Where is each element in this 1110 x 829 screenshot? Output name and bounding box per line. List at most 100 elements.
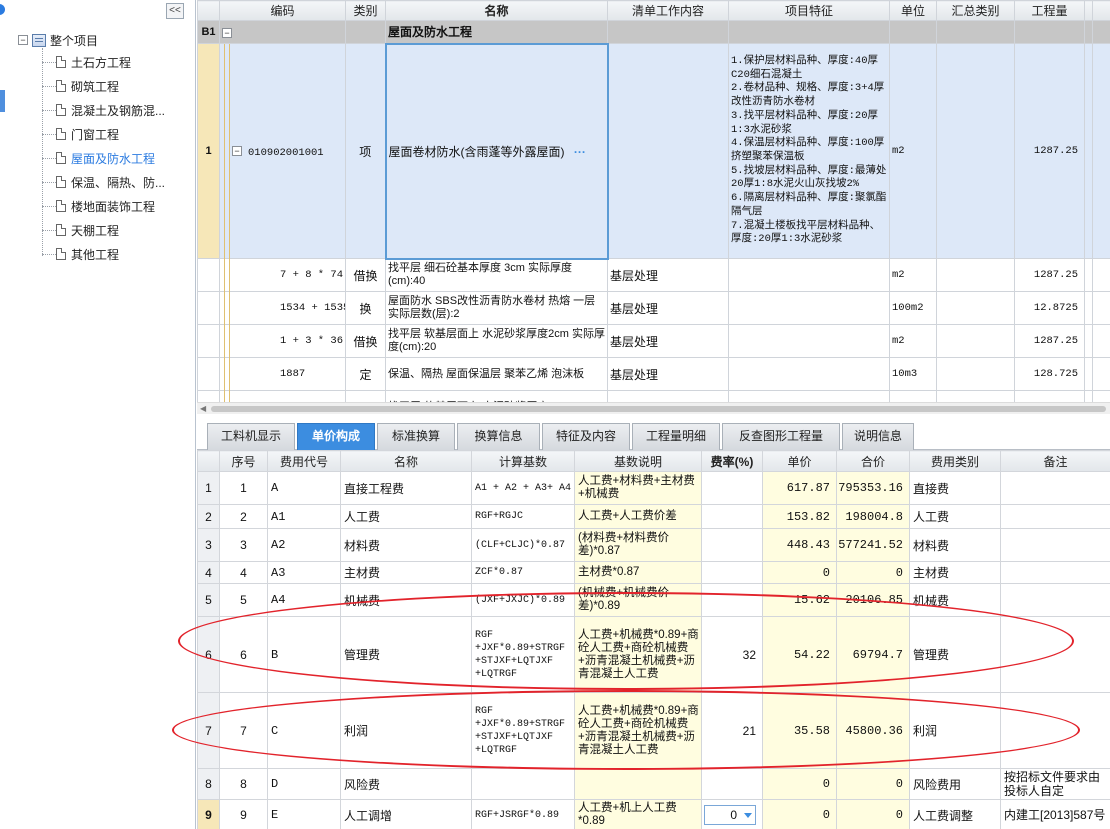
tree-item[interactable]: 其他工程 — [42, 244, 119, 264]
group-collapse-icon[interactable]: − — [222, 28, 232, 38]
tree-item[interactable]: 保温、隔热、防... — [42, 172, 165, 192]
col-qty-header[interactable]: 工程量 — [1014, 0, 1085, 21]
selected-bill-row[interactable]: 1 −010902001001 项 屋面卷材防水(含雨蓬等外露屋面) ··· 1… — [197, 42, 1110, 260]
quota-name[interactable]: 找平层 软基层面上 水泥砂浆厚度2cm 实际厚度(cm):20 — [385, 324, 608, 358]
quota-row[interactable]: 7 + 8 * 74 借换 找平层 细石砼基本厚度 3cm 实际厚度(cm):40 基… — [197, 258, 1110, 292]
fee-row[interactable]: 5 5 A4 机械费 (JXF+JXJC)*0.89 (机械费+机械费价差)*0.89 15… — [197, 583, 1110, 617]
fee-rate[interactable] — [701, 528, 763, 562]
fee-row[interactable]: 6 6 B 管理费 RGF +JXF*0.89+STRGF +STJXF+LQTJXF … — [197, 616, 1110, 693]
col-base-header[interactable]: 计算基数 — [471, 450, 575, 472]
tab[interactable]: 特征及内容 — [542, 423, 630, 450]
fee-name[interactable]: 直接工程费 — [340, 471, 472, 505]
col-work-header[interactable]: 清单工作内容 — [607, 0, 729, 21]
fee-name[interactable]: 主材费 — [340, 561, 472, 584]
bill-features[interactable]: 1.保护层材料品种、厚度:40厚C20细石混凝土 2.卷材品种、规格、厚度:3+4… — [728, 43, 890, 259]
quota-qty[interactable]: 128.725 — [1014, 357, 1085, 391]
fee-name[interactable]: 材料费 — [340, 528, 472, 562]
quota-work[interactable]: 基层处理 — [607, 357, 729, 391]
tab[interactable]: 说明信息 — [842, 423, 914, 450]
fee-name[interactable]: 人工调增 — [340, 799, 472, 829]
fee-rate[interactable] — [701, 768, 763, 800]
fee-rate[interactable]: 21 — [701, 692, 763, 769]
col-note-header[interactable]: 备注 — [1000, 450, 1110, 472]
col-unit-header[interactable]: 单位 — [889, 0, 937, 21]
col-type-header[interactable]: 类别 — [345, 0, 386, 21]
fee-code[interactable]: B — [267, 616, 341, 693]
col-code-header[interactable]: 编码 — [219, 0, 346, 21]
fee-category[interactable]: 主材费 — [909, 561, 1001, 584]
collapse-panel-button[interactable]: << — [166, 3, 184, 19]
quota-name[interactable]: 保温、隔热 屋面保温层 聚苯乙烯 泡沫板 — [385, 357, 608, 391]
quota-qty[interactable]: 12.8725 — [1014, 291, 1085, 325]
quota-qty[interactable]: 1287.25 — [1014, 324, 1085, 358]
fee-row[interactable]: 1 1 A 直接工程费 A1 + A2 + A3+ A4 人工费+材料费+主材费+机械费 6… — [197, 471, 1110, 505]
fee-category[interactable]: 人工费调整 — [909, 799, 1001, 829]
tab[interactable]: 工料机显示 — [207, 423, 295, 450]
quota-work[interactable]: 基层处理 — [607, 324, 729, 358]
fee-category[interactable]: 人工费 — [909, 504, 1001, 529]
col-feename-header[interactable]: 名称 — [340, 450, 472, 472]
fee-note[interactable] — [1000, 528, 1110, 562]
tree-item[interactable]: 天棚工程 — [42, 220, 119, 240]
quota-qty[interactable] — [1014, 390, 1085, 402]
fee-category[interactable]: 直接费 — [909, 471, 1001, 505]
fee-base[interactable]: RGF+JSRGF*0.89 — [471, 799, 575, 829]
fee-category[interactable]: 风险费用 — [909, 768, 1001, 800]
fee-rate[interactable] — [701, 583, 763, 617]
quota-name[interactable]: 找平层 细石砼基本厚度 3cm 实际厚度(cm):40 — [385, 258, 608, 292]
fee-note[interactable]: 按招标文件要求由投标人自定 — [1000, 768, 1110, 800]
fee-code[interactable]: D — [267, 768, 341, 800]
fee-name[interactable]: 人工费 — [340, 504, 472, 529]
group-row[interactable]: B1 − 屋面及防水工程 — [197, 20, 1110, 44]
fee-row[interactable]: 9 9 E 人工调增 RGF+JSRGF*0.89 人工费+机上人工费*0.89 0 0 0 人工… — [197, 799, 1110, 829]
fee-note[interactable] — [1000, 616, 1110, 693]
dropdown-arrow-icon[interactable] — [744, 813, 752, 818]
fee-code[interactable]: A4 — [267, 583, 341, 617]
tree-item[interactable]: 屋面及防水工程 — [42, 148, 155, 168]
tab[interactable]: 标准换算 — [377, 423, 455, 450]
col-basedesc-header[interactable]: 基数说明 — [574, 450, 702, 472]
quota-work[interactable]: 基层处理 — [607, 258, 729, 292]
fee-code[interactable]: A1 — [267, 504, 341, 529]
fee-row[interactable]: 2 2 A1 人工费 RGF+RGJC 人工费+人工费价差 153.82 198004.8 人工… — [197, 504, 1110, 529]
fee-code[interactable]: A — [267, 471, 341, 505]
fee-code[interactable]: E — [267, 799, 341, 829]
fee-code[interactable]: C — [267, 692, 341, 769]
tree-item[interactable]: 土石方工程 — [42, 52, 131, 72]
tree-item[interactable]: 门窗工程 — [42, 124, 119, 144]
fee-name[interactable]: 风险费 — [340, 768, 472, 800]
fee-category[interactable]: 材料费 — [909, 528, 1001, 562]
quota-name[interactable]: 找平层 软基层面上 水泥砂浆厚度2cm — [385, 390, 608, 402]
col-total-header[interactable]: 合价 — [836, 450, 910, 472]
fee-category[interactable]: 利润 — [909, 692, 1001, 769]
rate-dropdown[interactable]: 0 — [704, 805, 756, 825]
quota-work[interactable] — [607, 390, 729, 402]
fee-base[interactable]: (CLF+CLJC)*0.87 — [471, 528, 575, 562]
col-feature-header[interactable]: 项目特征 — [728, 0, 890, 21]
quota-row[interactable]: 1534 + 1535 换屋面防水 SBS改性沥青防水卷材 热熔 一层 实际层数(… — [197, 291, 1110, 325]
col-price-header[interactable]: 单价 — [762, 450, 837, 472]
fee-note[interactable] — [1000, 471, 1110, 505]
bill-qty[interactable]: 1287.25 — [1014, 43, 1085, 259]
col-name-header[interactable]: 名称 — [385, 0, 608, 21]
fee-category[interactable]: 管理费 — [909, 616, 1001, 693]
fee-row[interactable]: 7 7 C 利润 RGF +JXF*0.89+STRGF +STJXF+LQTJXF +… — [197, 692, 1110, 769]
tab[interactable]: 工程量明细 — [632, 423, 720, 450]
fee-base[interactable] — [471, 768, 575, 800]
fee-rate[interactable] — [701, 471, 763, 505]
col-feecat-header[interactable]: 费用类别 — [909, 450, 1001, 472]
fee-base[interactable]: A1 + A2 + A3+ A4 — [471, 471, 575, 505]
fee-note[interactable] — [1000, 583, 1110, 617]
fee-code[interactable]: A3 — [267, 561, 341, 584]
col-rate-header[interactable]: 费率(%) — [701, 450, 763, 472]
bill-name-cell[interactable]: 屋面卷材防水(含雨蓬等外露屋面) ··· — [384, 42, 609, 260]
fee-base[interactable]: RGF +JXF*0.89+STRGF +STJXF+LQTJXF +LQTRG… — [471, 692, 575, 769]
fee-name[interactable]: 机械费 — [340, 583, 472, 617]
tree-item[interactable]: 砌筑工程 — [42, 76, 119, 96]
fee-category[interactable]: 机械费 — [909, 583, 1001, 617]
quota-row[interactable]: 1 + 3 * 36 借换 找平层 软基层面上 水泥砂浆厚度2cm 实际厚度(cm)… — [197, 324, 1110, 358]
fee-rate-cell[interactable]: 0 — [701, 799, 763, 829]
fee-name[interactable]: 利润 — [340, 692, 472, 769]
tree-collapse-icon[interactable]: − — [18, 35, 28, 45]
col-sumcat-header[interactable]: 汇总类别 — [936, 0, 1015, 21]
